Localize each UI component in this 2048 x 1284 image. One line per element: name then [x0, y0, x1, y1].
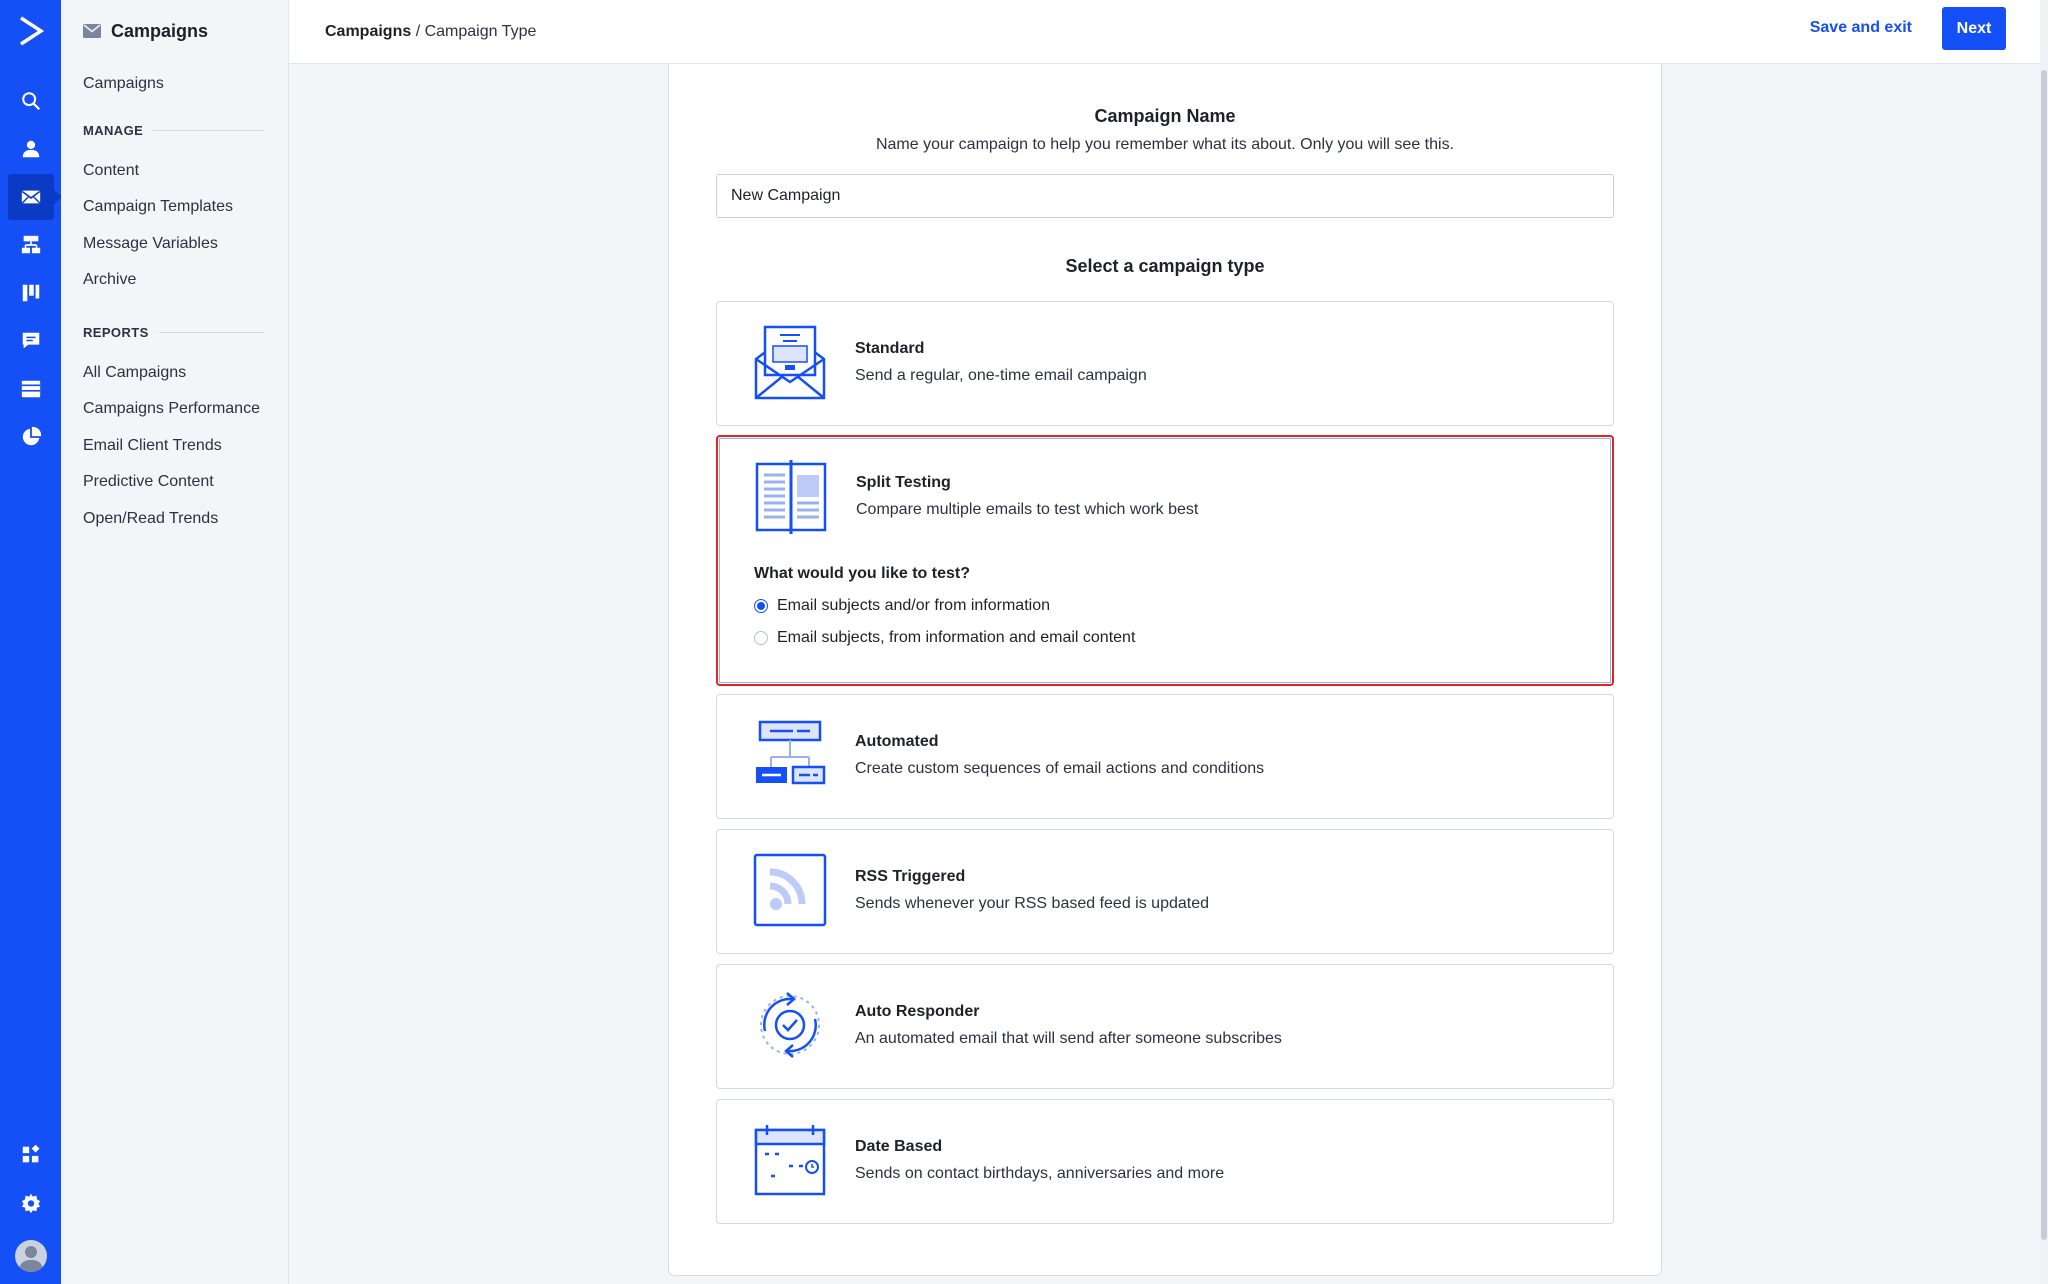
automations-icon[interactable] [8, 222, 54, 268]
campaign-name-title: Campaign Name [1094, 106, 1236, 126]
deals-icon[interactable] [8, 270, 54, 316]
campaign-type-card-auto-responder[interactable]: Auto Responder An automated email that w… [716, 964, 1614, 1089]
card-description: Send a regular, one-time email campaign [855, 367, 1147, 384]
breadcrumb-separator: / [411, 22, 425, 40]
radio-unselected[interactable] [754, 631, 768, 645]
logo-icon[interactable] [14, 14, 48, 48]
avatar[interactable] [14, 1240, 47, 1272]
card-description: Compare multiple emails to test which wo… [856, 501, 1199, 518]
subnav-link-content[interactable]: Content [61, 153, 288, 190]
campaign-type-card-date-based[interactable]: Date Based Sends on contact birthdays, a… [716, 1099, 1614, 1224]
campaign-name-subtitle: Name your campaign to help you remember … [875, 136, 1455, 153]
site-icon[interactable] [8, 366, 54, 412]
card-description: Create custom sequences of email actions… [855, 760, 1265, 777]
section-label-reports: REPORTS [61, 311, 288, 355]
card-title: Split Testing [856, 474, 951, 491]
scrollbar-thumb[interactable] [2041, 70, 2047, 1240]
conversations-icon[interactable] [8, 318, 54, 364]
rss-icon [753, 853, 827, 927]
option-label: Email subjects, from information and ema… [777, 629, 1136, 646]
card-description: Sends whenever your RSS based feed is up… [855, 895, 1210, 912]
campaign-type-card-automated[interactable]: Automated Create custom sequences of ema… [716, 694, 1614, 819]
subnav-link-campaign-templates[interactable]: Campaign Templates [61, 189, 288, 226]
subnav-link-campaigns[interactable]: Campaigns [61, 66, 288, 103]
breadcrumb-root[interactable]: Campaigns [325, 23, 411, 40]
save-and-exit-button[interactable]: Save and exit [1810, 19, 1912, 37]
settings-icon[interactable] [8, 1180, 54, 1226]
breadcrumb-current: Campaign Type [424, 22, 537, 40]
card-title: Auto Responder [855, 1003, 980, 1020]
card-title: Date Based [855, 1138, 943, 1155]
campaigns-subnav: Campaigns Campaigns MANAGE Content Campa… [61, 0, 289, 1284]
subnav-link-all-campaigns[interactable]: All Campaigns [61, 355, 288, 392]
apps-icon[interactable] [8, 1132, 54, 1178]
campaign-type-card-rss-triggered[interactable]: RSS Triggered Sends whenever your RSS ba… [716, 829, 1614, 954]
card-description: Sends on contact birthdays, anniversarie… [855, 1165, 1225, 1182]
icon-rail [0, 0, 62, 1284]
card-title: Automated [855, 733, 939, 750]
campaign-name-input[interactable] [716, 174, 1614, 218]
subnav-link-message-variables[interactable]: Message Variables [61, 226, 288, 263]
split-test-option-subjects[interactable]: Email subjects and/or from information [754, 597, 1050, 615]
subnav-link-campaigns-performance[interactable]: Campaigns Performance [61, 391, 288, 428]
campaign-type-panel: Campaign Name Name your campaign to help… [668, 64, 1662, 1276]
subnav-link-email-client-trends[interactable]: Email Client Trends [61, 428, 288, 465]
search-icon[interactable] [8, 78, 54, 124]
subnav-title: Campaigns [111, 20, 209, 41]
page-scrollbar[interactable] [2040, 0, 2048, 1284]
envelope-icon [754, 325, 826, 400]
subnav-link-open-read-trends[interactable]: Open/Read Trends [61, 501, 288, 538]
subnav-link-archive[interactable]: Archive [61, 262, 288, 299]
split-test-icon [755, 460, 827, 534]
calendar-icon [754, 1125, 826, 1196]
next-button[interactable]: Next [1942, 7, 2006, 50]
reports-icon[interactable] [8, 414, 54, 460]
campaign-type-card-split-testing[interactable]: Split Testing Compare multiple emails to… [716, 435, 1614, 686]
auto-responder-icon [760, 992, 820, 1058]
card-description: An automated email that will send after … [855, 1030, 1282, 1047]
contacts-icon[interactable] [8, 126, 54, 172]
card-title: RSS Triggered [855, 868, 966, 885]
section-label-manage: MANAGE [61, 109, 288, 153]
subnav-header: Campaigns [61, 0, 288, 62]
split-test-option-content[interactable]: Email subjects, from information and ema… [754, 629, 1135, 647]
option-label: Email subjects and/or from information [777, 597, 1050, 614]
breadcrumb: Campaigns / Campaign Type [325, 23, 536, 41]
envelope-icon [83, 24, 101, 38]
campaign-type-title: Select a campaign type [1065, 256, 1265, 276]
split-test-question: What would you like to test? [754, 565, 970, 582]
flowchart-icon [756, 720, 826, 785]
top-bar: Campaigns / Campaign Type Save and exit … [289, 0, 2040, 64]
subnav-link-predictive-content[interactable]: Predictive Content [61, 464, 288, 501]
card-title: Standard [855, 340, 925, 357]
campaigns-icon[interactable] [7, 174, 62, 220]
campaign-type-card-standard[interactable]: Standard Send a regular, one-time email … [716, 301, 1614, 426]
radio-selected[interactable] [754, 599, 768, 613]
